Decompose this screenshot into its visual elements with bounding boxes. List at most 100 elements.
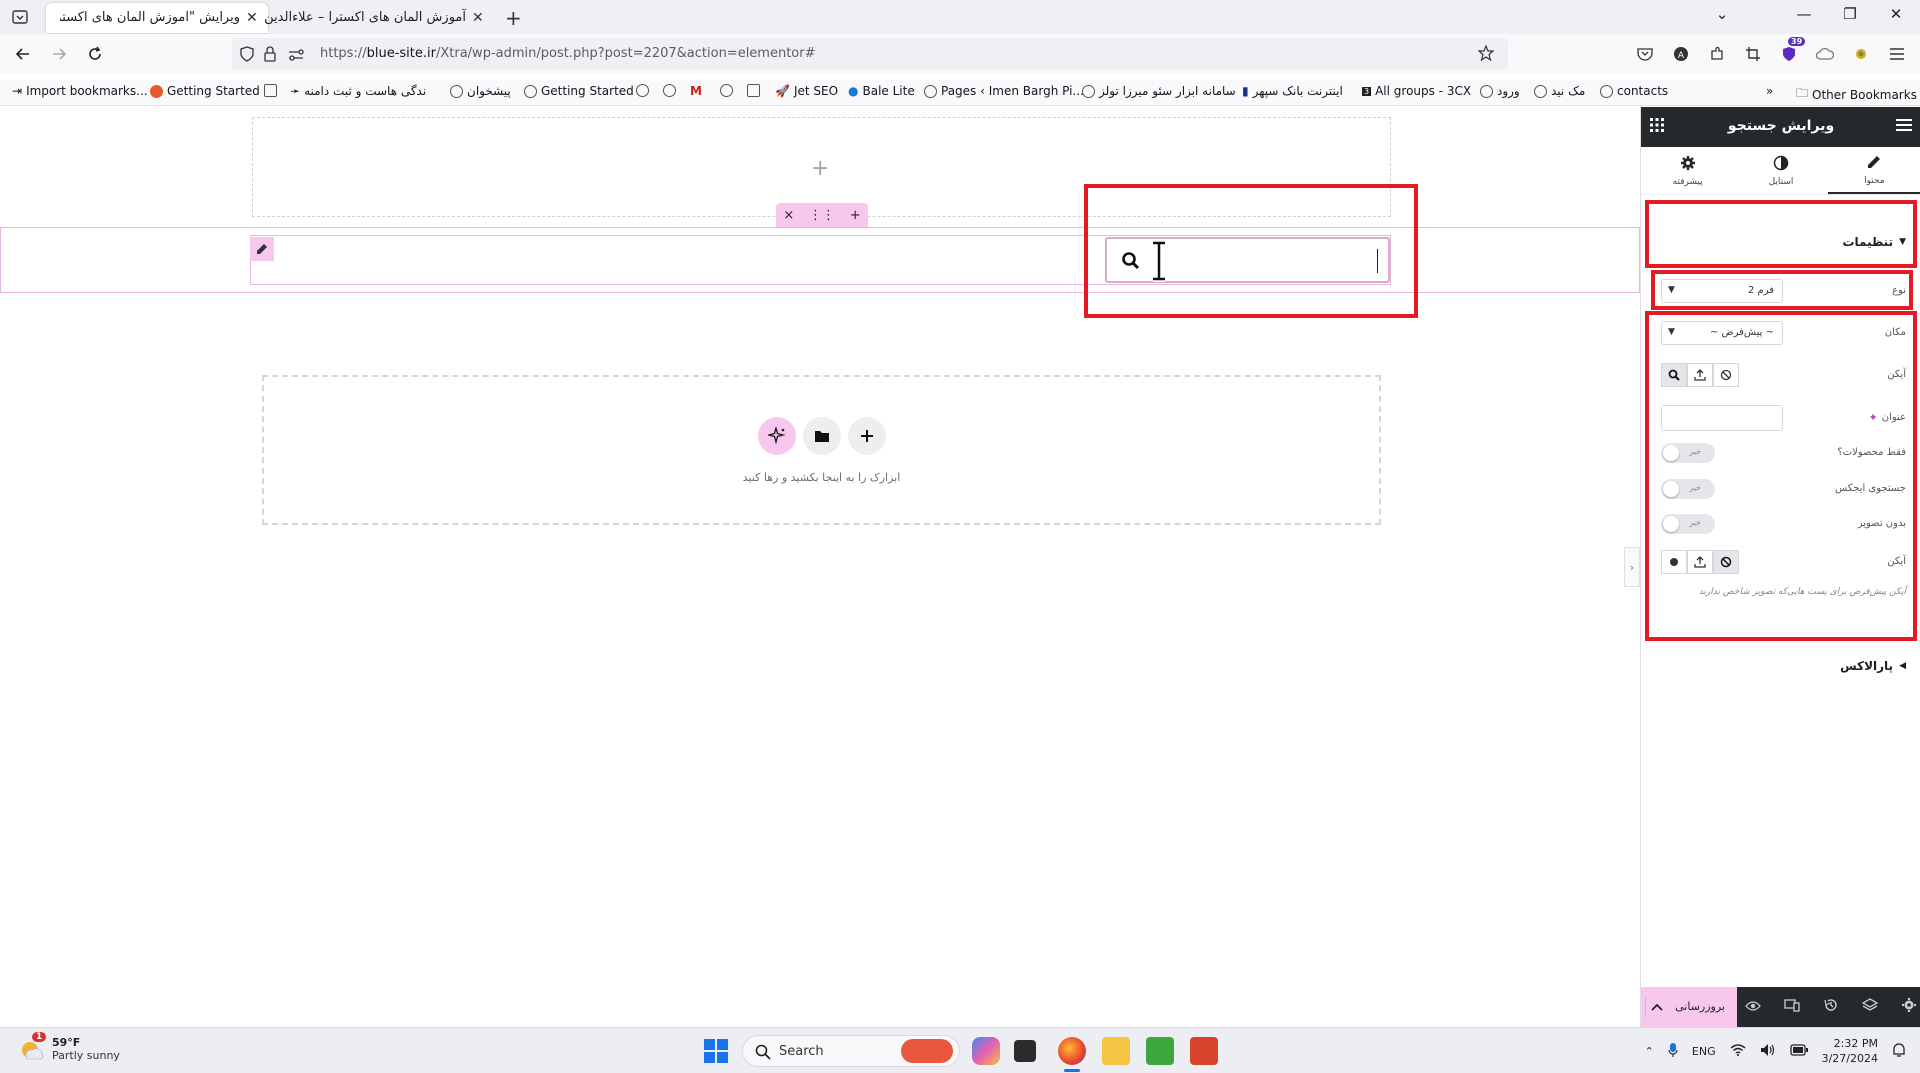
other-bookmarks[interactable]: 🗀 Other Bookmarks — [1796, 84, 1917, 105]
pocket-icon[interactable] — [1634, 43, 1656, 65]
camtasia-red-icon[interactable] — [1190, 1037, 1218, 1065]
tab-style[interactable]: استایل — [1734, 147, 1827, 194]
bookmark-item[interactable] — [264, 84, 277, 97]
url-text[interactable]: https://blue-site.ir/Xtra/wp-admin/post.… — [320, 46, 816, 61]
ai-sparkle-button[interactable] — [758, 417, 796, 455]
crop-icon[interactable] — [1742, 43, 1764, 65]
clock[interactable]: 2:32 PM 3/27/2024 — [1822, 1036, 1878, 1066]
account-icon[interactable]: A — [1670, 43, 1692, 65]
tab-site[interactable]: ✕ آموزش المان های اکسترا – علاءالدین — [264, 3, 494, 33]
settings-gear-icon[interactable] — [1901, 997, 1917, 1017]
delete-section-icon[interactable]: × — [783, 208, 794, 223]
app-menu-icon[interactable] — [1886, 43, 1908, 65]
volume-icon[interactable] — [1760, 1043, 1776, 1060]
cloud-icon[interactable] — [1814, 43, 1836, 65]
reload-icon[interactable] — [84, 43, 106, 65]
drag-section-icon[interactable]: ⋮⋮ — [809, 208, 835, 223]
tab-list-icon[interactable] — [10, 7, 30, 27]
bookmark-label: پیشخوان — [467, 84, 511, 98]
tab-label: ویرایش "آموزش المان های اکسترا" ‹ ع… — [60, 10, 240, 25]
add-section-icon[interactable]: + — [850, 208, 861, 223]
arrow-icon: ➛ — [290, 84, 301, 98]
list-all-tabs-icon[interactable]: ⌄ — [1710, 5, 1734, 23]
address-bar[interactable]: https://blue-site.ir/Xtra/wp-admin/post.… — [232, 38, 1508, 70]
bookmark-label: ندگی هاست و ثبت دامنه — [304, 84, 427, 98]
notification-bell-icon[interactable] — [1892, 1042, 1906, 1061]
back-icon[interactable] — [12, 43, 34, 65]
extensions-icon[interactable] — [1706, 43, 1728, 65]
parallax-section-toggle[interactable]: ◀ پارالاکس — [1840, 659, 1906, 673]
bookmark-item[interactable]: ▮ اینترنت بانک سپهر — [1242, 84, 1343, 98]
bookmark-star-icon[interactable] — [1477, 44, 1495, 65]
navigator-layers-icon[interactable] — [1861, 997, 1879, 1017]
bookmark-item[interactable]: contacts — [1600, 84, 1668, 98]
tab-content[interactable]: محتوا — [1827, 147, 1920, 194]
bookmark-item[interactable]: Getting Started — [524, 84, 634, 98]
tab-editor[interactable]: ✕ ویرایش "آموزش المان های اکسترا" ‹ ع… — [46, 3, 268, 33]
bookmark-item[interactable]: ⇥ Import bookmarks... — [12, 84, 148, 98]
history-icon[interactable] — [1823, 997, 1839, 1017]
widgets-grid-icon[interactable] — [1649, 117, 1665, 137]
copilot-icon[interactable] — [972, 1037, 1000, 1065]
weather-widget[interactable]: 1 59°F Partly sunny — [18, 1032, 120, 1062]
bookmark-item[interactable]: Pages ‹ Imen Bargh Pi... — [924, 84, 1084, 98]
bookmark-item[interactable]: ● Bale Lite — [848, 84, 915, 98]
bookmark-item[interactable]: ورود — [1480, 84, 1520, 98]
tab-label: آموزش المان های اکسترا – علاءالدین — [264, 10, 466, 25]
close-tab-icon[interactable]: ✕ — [472, 10, 484, 26]
minimize-button[interactable]: — — [1792, 5, 1816, 23]
add-section-button[interactable] — [848, 417, 886, 455]
bookmark-item[interactable]: 3 All groups - 3CX — [1362, 84, 1471, 98]
tray-overflow-icon[interactable]: ⌃ — [1645, 1045, 1654, 1058]
taskbar: 1 59°F Partly sunny Search ⌃ ENG 2:32 PM… — [0, 1027, 1920, 1073]
language-indicator[interactable]: ENG — [1692, 1045, 1716, 1058]
firefox-taskbar-icon[interactable] — [1058, 1037, 1086, 1065]
shield-extension-icon[interactable]: 39 — [1778, 37, 1806, 65]
responsive-mode-icon[interactable] — [1784, 997, 1800, 1017]
file-explorer-icon[interactable] — [1102, 1037, 1130, 1065]
chevron-up-icon[interactable] — [1645, 997, 1667, 1017]
bookmark-item[interactable]: Getting Started — [150, 84, 260, 98]
lock-icon[interactable] — [264, 46, 276, 66]
bookmark-item[interactable] — [747, 84, 760, 97]
microphone-icon[interactable] — [1668, 1042, 1678, 1061]
windows-start-icon[interactable] — [704, 1039, 728, 1067]
tracking-shield-icon[interactable] — [240, 46, 254, 66]
preview-eye-icon[interactable] — [1744, 997, 1761, 1017]
bookmark-label: contacts — [1617, 84, 1669, 98]
bookmark-item[interactable] — [636, 84, 649, 97]
bookmark-item[interactable]: سامانه ابزار سئو میرزا تولز — [1082, 84, 1236, 98]
section-handle[interactable]: × ⋮⋮ + — [776, 203, 868, 227]
taskbar-search[interactable]: Search — [742, 1035, 960, 1067]
add-widget-icon[interactable]: + — [811, 156, 829, 181]
bookmark-item[interactable] — [663, 84, 676, 97]
task-view-icon[interactable] — [1014, 1040, 1036, 1062]
sun-extension-icon[interactable] — [1850, 43, 1872, 65]
camtasia-green-icon[interactable] — [1146, 1037, 1174, 1065]
collapse-panel-icon[interactable]: › — [1624, 547, 1640, 587]
close-window-button[interactable]: ✕ — [1884, 5, 1908, 23]
bookmark-item[interactable]: M — [690, 84, 702, 98]
permissions-icon[interactable] — [288, 47, 304, 66]
bookmark-item[interactable]: 🚀 Jet SEO — [775, 84, 838, 98]
update-button[interactable]: بروزرسانی — [1641, 987, 1737, 1027]
caret-left-icon: ◀ — [1899, 661, 1906, 671]
new-tab-button[interactable]: + — [505, 6, 522, 30]
page-icon — [747, 84, 760, 97]
close-tab-icon[interactable]: ✕ — [246, 10, 258, 26]
edit-column-icon[interactable] — [250, 237, 274, 261]
tab-advanced[interactable]: پیشرفته — [1641, 147, 1734, 194]
panel-tabs: محتوا استایل پیشرفته — [1641, 147, 1920, 195]
template-folder-button[interactable] — [803, 417, 841, 455]
bookmark-item[interactable]: مک نید — [1534, 84, 1585, 98]
battery-icon[interactable] — [1789, 1043, 1808, 1059]
bookmark-item[interactable] — [720, 84, 733, 97]
restore-button[interactable]: ❐ — [1838, 5, 1862, 23]
bookmark-item[interactable]: پیشخوان — [450, 84, 511, 98]
bookmark-item[interactable]: ➛ ندگی هاست و ثبت دامنه — [290, 84, 426, 98]
bookmarks-overflow-icon[interactable]: » — [1766, 84, 1773, 98]
elementor-panel: ویرایش جستجو محتوا استایل پیشرفته ▼ تنظی… — [1640, 107, 1920, 1027]
drop-zone[interactable]: ابزارک را به اینجا بکشید و رها کنید — [262, 375, 1381, 525]
wifi-icon[interactable] — [1730, 1043, 1746, 1059]
forward-icon[interactable] — [48, 43, 70, 65]
